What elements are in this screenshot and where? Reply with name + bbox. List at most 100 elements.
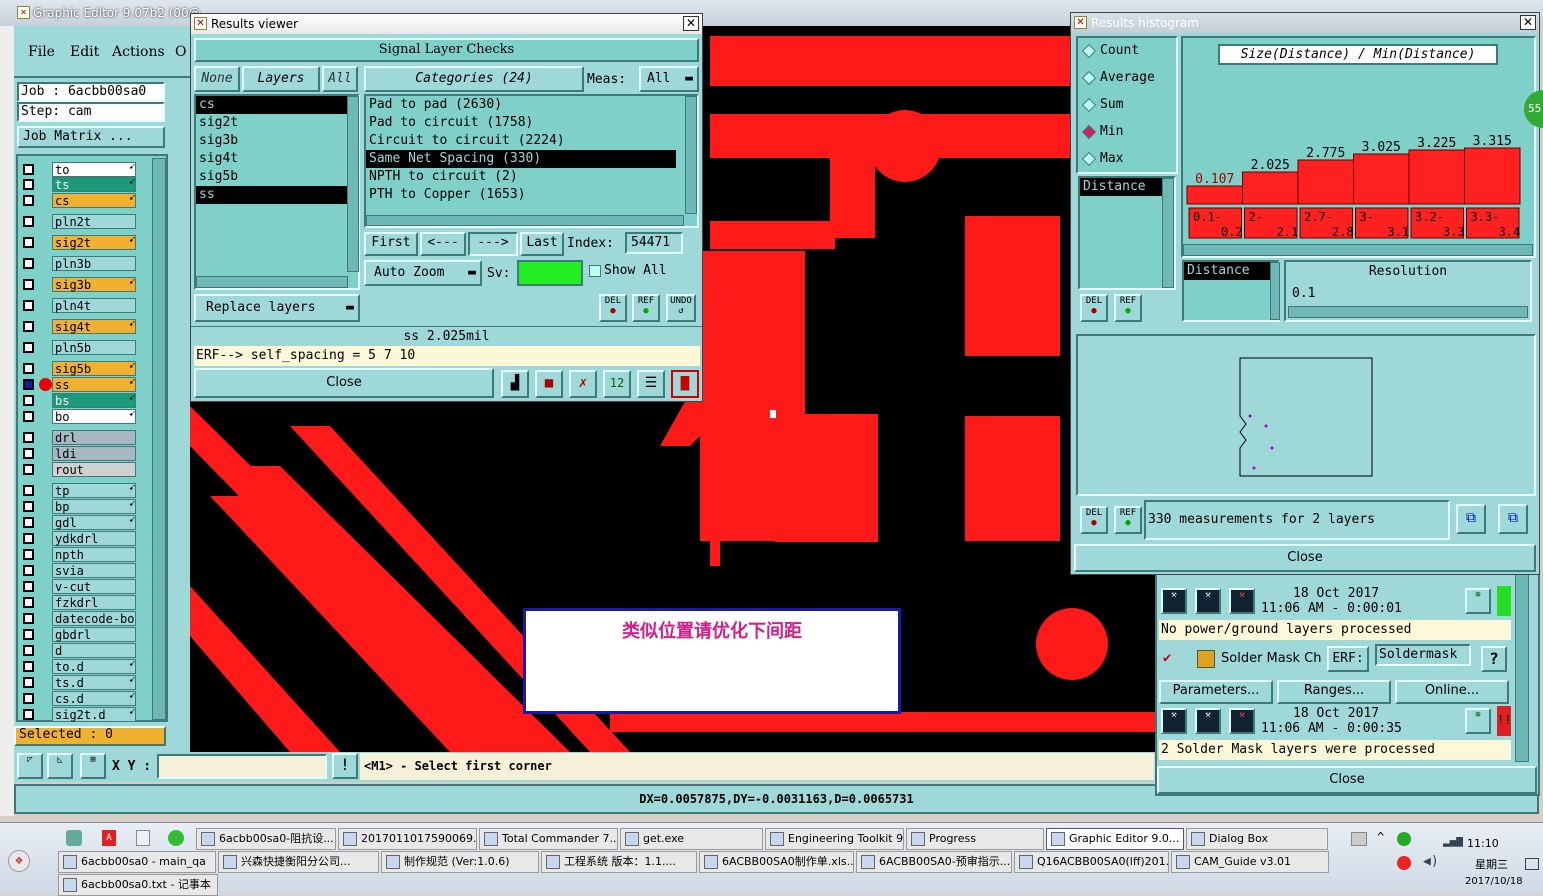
layer-row-to[interactable]: to ➹ xyxy=(20,162,138,177)
layer-checkbox[interactable] xyxy=(23,342,34,353)
layer-checkbox[interactable] xyxy=(23,645,34,656)
layer-name[interactable]: pln2t xyxy=(52,214,136,229)
layer-checkbox[interactable] xyxy=(23,517,34,528)
layer-name[interactable]: v-cut xyxy=(52,579,136,594)
replace-layers-dropdown[interactable]: Replace layers ▬ xyxy=(194,294,360,322)
histogram-close-button[interactable]: Close xyxy=(1074,544,1536,572)
layer-row-sig5b[interactable]: sig5b ➹ xyxy=(20,361,138,376)
undo-icon[interactable]: UNDO ↺ xyxy=(666,294,696,322)
layer-checkbox[interactable] xyxy=(23,597,34,608)
layer-row-gdl[interactable]: gdl ➹ xyxy=(20,515,138,530)
option-min[interactable]: Min xyxy=(1080,121,1170,143)
layer-row-d[interactable]: d xyxy=(20,643,138,658)
layer-row-tp[interactable]: tp ➹ xyxy=(20,483,138,498)
category-list[interactable]: Pad to pad (2630) Pad to circuit (1758) Ci… xyxy=(364,94,699,228)
layer-name[interactable]: sig5b xyxy=(52,361,136,376)
layer-checkbox[interactable] xyxy=(23,411,34,422)
prev-button[interactable]: <--- xyxy=(420,232,466,256)
category-item[interactable]: PTH to Copper (1653) xyxy=(366,186,676,204)
run-all-icon-2[interactable]: ⚒ xyxy=(1195,708,1221,734)
highlight-icon[interactable]: ▟ xyxy=(501,370,529,398)
histogram-bar[interactable] xyxy=(1242,171,1299,205)
zoom-icon[interactable]: ⊕ xyxy=(1465,588,1491,614)
alert-icon[interactable]: ! xyxy=(332,753,358,779)
layer-row-bo[interactable]: bo ➹ xyxy=(20,409,138,424)
next-button[interactable]: ---> xyxy=(468,232,518,256)
layer-checkbox[interactable] xyxy=(23,533,34,544)
category-vscroll[interactable] xyxy=(685,96,697,214)
run-all-icon[interactable]: ⚒ xyxy=(1195,588,1221,614)
layer-checkbox[interactable] xyxy=(23,321,34,332)
start-icon[interactable]: ❖ xyxy=(8,850,30,872)
mark-icon[interactable]: ■ xyxy=(535,370,563,398)
layer-name[interactable]: ts xyxy=(52,177,136,192)
layer-checkbox[interactable] xyxy=(23,501,34,512)
zoom-area-icon[interactable]: ◸ xyxy=(17,753,43,779)
layer-name[interactable]: ldi xyxy=(52,446,136,461)
layer-row-v-cut[interactable]: v-cut xyxy=(20,579,138,594)
taskbar-item[interactable]: 2017011017590069... xyxy=(338,828,477,850)
measure-icon[interactable]: ◺ xyxy=(47,753,73,779)
layer-row-bs[interactable]: bs ➹ xyxy=(20,393,138,408)
layer-name[interactable]: ydkdrl xyxy=(52,531,136,546)
preview-del-icon[interactable]: DEL ● xyxy=(1080,506,1108,534)
layer-name[interactable]: bo xyxy=(52,409,136,424)
layer-name[interactable]: cs xyxy=(52,193,136,208)
layer-checkbox[interactable] xyxy=(23,677,34,688)
histogram-bar[interactable] xyxy=(1186,185,1243,205)
document-icon[interactable] xyxy=(136,830,150,846)
run-icon[interactable]: ⚒ xyxy=(1161,588,1187,614)
layer-row-sig4t[interactable]: sig4t ➹ xyxy=(20,319,138,334)
layer-checkbox[interactable] xyxy=(23,709,34,720)
run-icon-2[interactable]: ⚒ xyxy=(1161,708,1187,734)
layer-name[interactable]: npth xyxy=(52,547,136,562)
taskbar-item[interactable]: 制作规范 (Ver:1.0.6) xyxy=(381,851,539,873)
layer-row-bp[interactable]: bp ➹ xyxy=(20,499,138,514)
all-button[interactable]: All xyxy=(322,66,358,92)
results-viewer-close-button[interactable]: Close xyxy=(194,368,494,398)
export-all-icon[interactable]: ⧉ xyxy=(1498,504,1528,534)
layer-row-fzkdrl[interactable]: fzkdrl xyxy=(20,595,138,610)
taskbar-item[interactable]: 6acbb00sa0.txt - 记事本 xyxy=(58,874,218,896)
categories-button[interactable]: Categories (24) xyxy=(364,66,584,92)
layer-row-datecode-bo[interactable]: datecode-bo xyxy=(20,611,138,626)
option-max[interactable]: Max xyxy=(1080,148,1170,170)
layer-name[interactable]: bp xyxy=(52,499,136,514)
checklist-close-button[interactable]: Close xyxy=(1157,766,1537,794)
layer-name[interactable]: datecode-bo xyxy=(52,611,136,626)
menu-actions[interactable]: Actions xyxy=(112,44,165,60)
layer-checkbox[interactable] xyxy=(23,693,34,704)
resolution-slider[interactable] xyxy=(1288,306,1528,318)
layer-results-list[interactable]: cs sig2t sig3b sig4t sig5b ss xyxy=(194,94,360,290)
ranges-button[interactable]: Ranges... xyxy=(1277,680,1391,704)
layer-name[interactable]: pln4t xyxy=(52,298,136,313)
none-button[interactable]: None xyxy=(194,66,240,92)
layer-checkbox[interactable] xyxy=(23,485,34,496)
layer-name[interactable]: fzkdrl xyxy=(52,595,136,610)
layer-row-ss[interactable]: ss ➹ xyxy=(20,377,138,392)
xy-input[interactable] xyxy=(157,754,327,779)
result-layer-item[interactable]: sig3b xyxy=(196,132,358,150)
layer-row-ts.d[interactable]: ts.d ➹ xyxy=(20,675,138,690)
distance-vscroll[interactable] xyxy=(1162,178,1174,288)
option-sum[interactable]: Sum xyxy=(1080,94,1170,116)
layer-row-sig3b[interactable]: sig3b ➹ xyxy=(20,277,138,292)
layer-checkbox[interactable] xyxy=(23,195,34,206)
layer-checkbox[interactable] xyxy=(23,164,34,175)
layer-checkbox[interactable] xyxy=(23,432,34,443)
category-item[interactable]: Circuit to circuit (2224) xyxy=(366,132,676,150)
option-average[interactable]: Average xyxy=(1080,67,1170,89)
histogram-bar[interactable] xyxy=(1464,147,1521,205)
layer-name[interactable]: d xyxy=(52,643,136,658)
category-item[interactable]: Same Net Spacing (330) xyxy=(366,150,676,168)
layer-name[interactable]: ts.d xyxy=(52,675,136,690)
layer-name[interactable]: to xyxy=(52,162,136,177)
job-matrix-button[interactable]: Job Matrix ... xyxy=(17,126,165,148)
layer-checkbox[interactable] xyxy=(23,661,34,672)
layer-row-svia[interactable]: svia xyxy=(20,563,138,578)
histogram-bar[interactable] xyxy=(1297,159,1354,205)
taskbar-item[interactable]: Progress xyxy=(906,828,1044,850)
layer-name[interactable]: pln5b xyxy=(52,340,136,355)
taskbar-item[interactable]: get.exe xyxy=(620,828,763,850)
layer-name[interactable]: bs xyxy=(52,393,136,408)
